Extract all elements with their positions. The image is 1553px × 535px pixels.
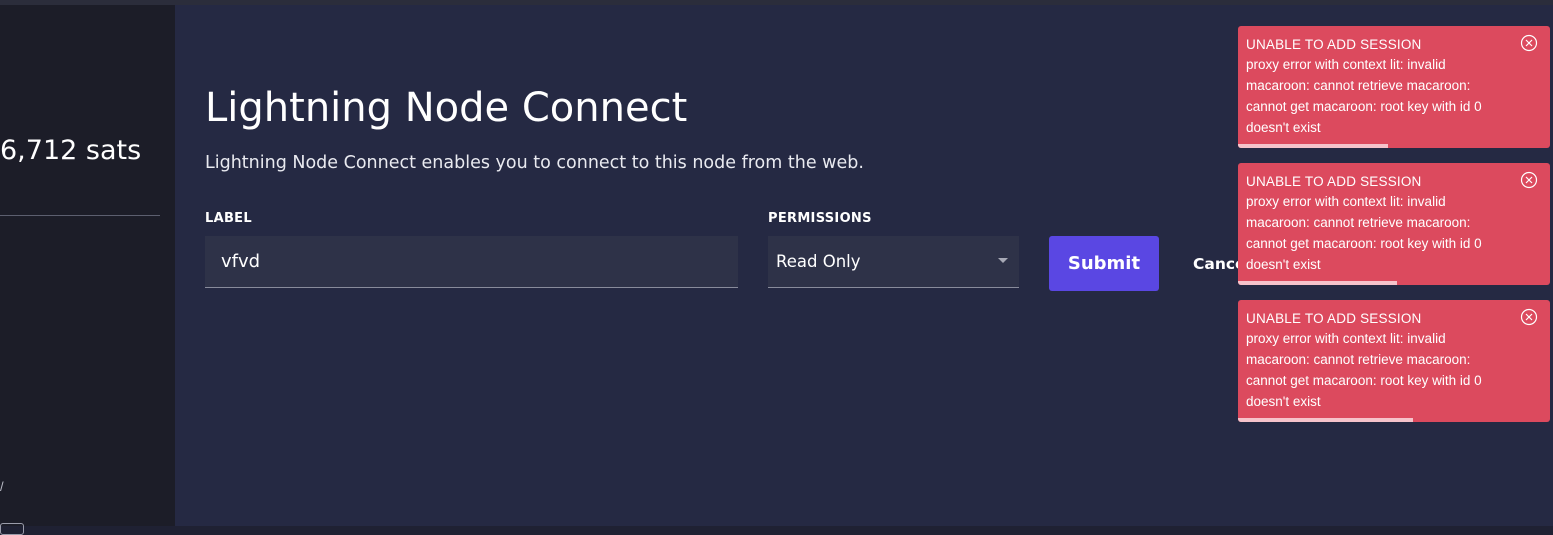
error-toast: UNABLE TO ADD SESSION proxy error with c… xyxy=(1238,300,1550,422)
close-icon[interactable] xyxy=(1520,34,1538,52)
page-title: Lightning Node Connect xyxy=(205,85,688,131)
toast-progress-bar xyxy=(1238,418,1413,422)
permissions-selected-value: Read Only xyxy=(776,252,861,271)
sidebar-partial-text: / xyxy=(0,479,4,494)
submit-button[interactable]: Submit xyxy=(1049,236,1159,291)
sidebar-partial-button[interactable] xyxy=(0,523,24,535)
label-field-heading: LABEL xyxy=(205,211,252,226)
toast-title: UNABLE TO ADD SESSION xyxy=(1246,37,1422,52)
toast-message: proxy error with context lit: invalid ma… xyxy=(1246,194,1482,272)
error-toast: UNABLE TO ADD SESSION proxy error with c… xyxy=(1238,163,1550,285)
close-icon[interactable] xyxy=(1520,308,1538,326)
label-input[interactable] xyxy=(205,236,738,288)
toast-title: UNABLE TO ADD SESSION xyxy=(1246,174,1422,189)
toast-progress-bar xyxy=(1238,144,1388,148)
permissions-field-heading: PERMISSIONS xyxy=(768,211,872,226)
sidebar: 6,712 sats / xyxy=(0,5,175,535)
toast-message: proxy error with context lit: invalid ma… xyxy=(1246,331,1482,409)
chevron-down-icon xyxy=(998,258,1008,263)
error-toast: UNABLE TO ADD SESSION proxy error with c… xyxy=(1238,26,1550,148)
page-description: Lightning Node Connect enables you to co… xyxy=(205,153,864,173)
toast-title: UNABLE TO ADD SESSION xyxy=(1246,311,1422,326)
close-icon[interactable] xyxy=(1520,171,1538,189)
toast-progress-bar xyxy=(1238,281,1398,285)
wallet-balance: 6,712 sats xyxy=(0,135,142,166)
permissions-select[interactable]: Read Only xyxy=(768,236,1019,288)
sidebar-divider xyxy=(0,215,160,216)
toast-message: proxy error with context lit: invalid ma… xyxy=(1246,57,1482,135)
